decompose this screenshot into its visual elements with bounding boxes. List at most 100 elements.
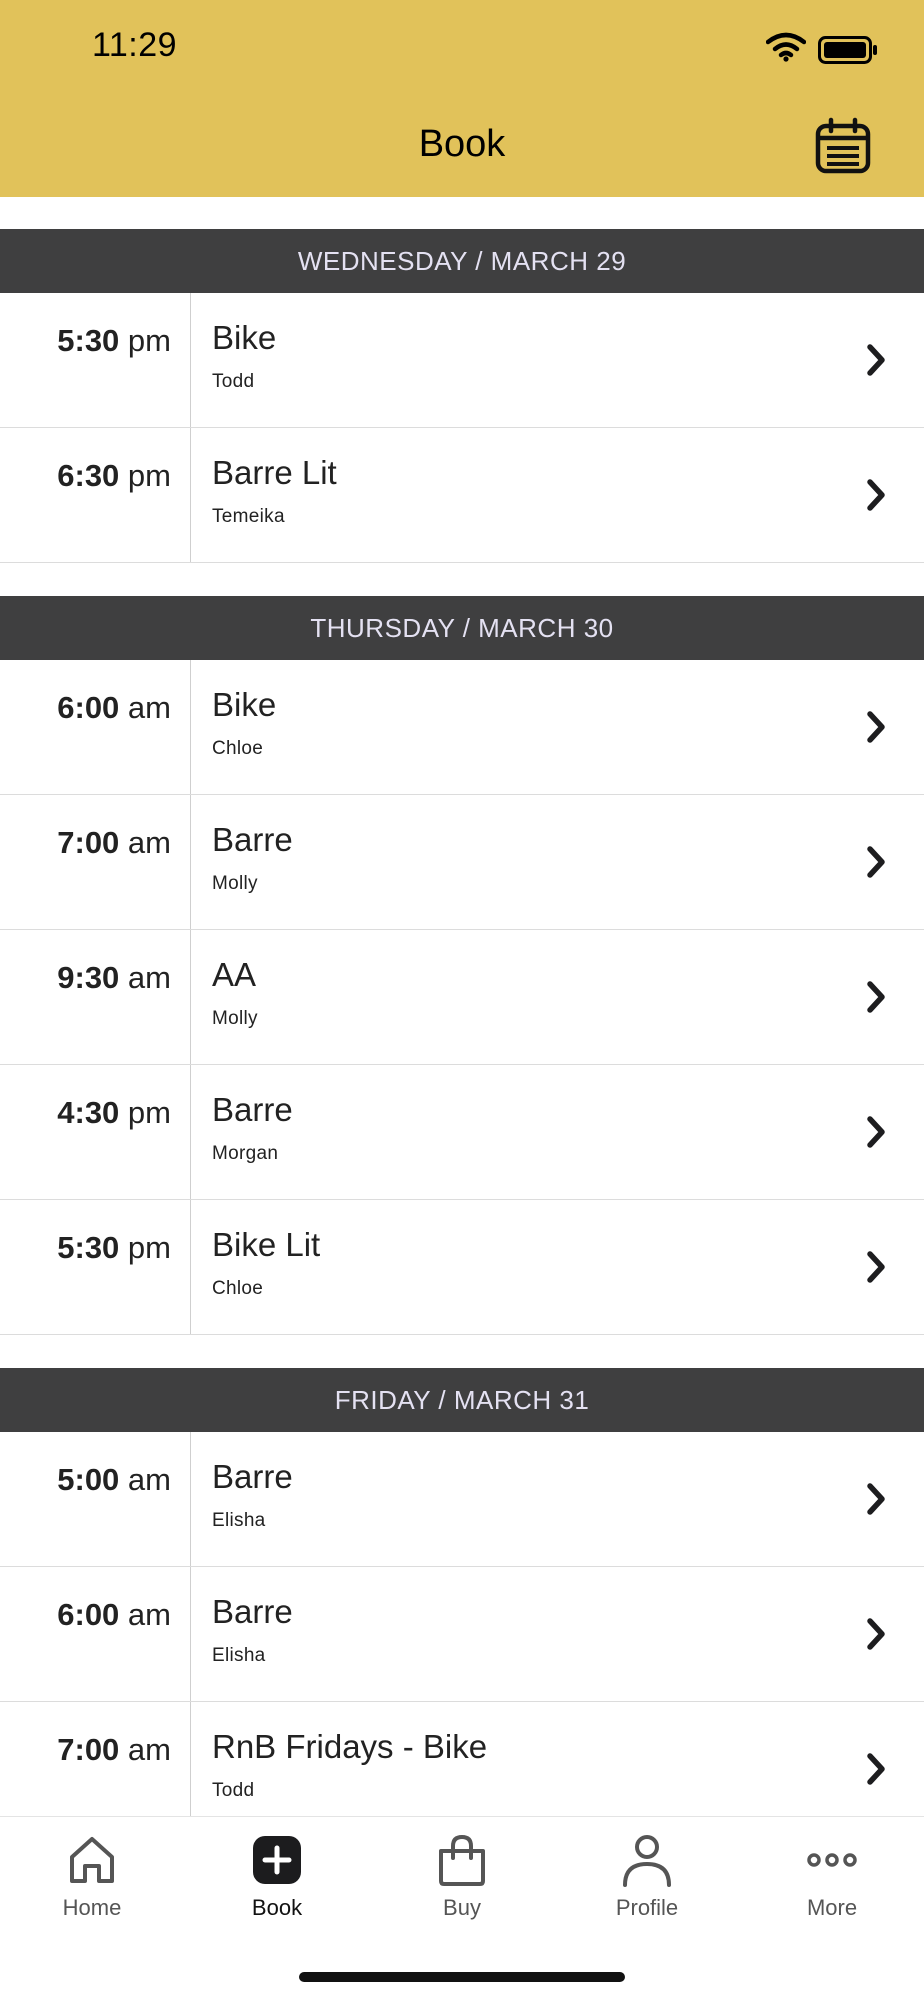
class-instructor: Morgan — [212, 1143, 279, 1164]
plus-icon — [253, 1836, 301, 1884]
tab-label: Buy — [443, 1895, 481, 1920]
chevron-right-icon — [867, 1483, 885, 1515]
class-name: Bike Lit — [212, 1226, 321, 1263]
class-ampm: am — [127, 1462, 171, 1497]
class-row[interactable]: 6:30 pm Barre Lit Temeika — [0, 428, 924, 563]
class-ampm: pm — [127, 458, 171, 493]
home-indicator[interactable] — [299, 1972, 625, 1982]
class-instructor: Todd — [212, 1780, 255, 1801]
class-name: Bike — [212, 319, 277, 356]
class-row[interactable]: 6:00 am Bike Chloe — [0, 660, 924, 795]
chevron-right-icon — [867, 344, 885, 376]
class-ampm: am — [127, 960, 171, 995]
class-ampm: am — [127, 825, 171, 860]
class-ampm: pm — [127, 1230, 171, 1265]
class-ampm: pm — [127, 1095, 171, 1130]
time-cell: 5:30 pm — [0, 293, 191, 427]
class-time: 6:00 — [57, 690, 120, 725]
tab-book[interactable]: Book — [185, 1831, 369, 1941]
class-row[interactable]: 5:30 pm Bike Lit Chloe — [0, 1200, 924, 1335]
class-instructor: Elisha — [212, 1645, 266, 1666]
calendar-icon — [815, 117, 871, 174]
class-name: RnB Fridays - Bike — [212, 1728, 488, 1765]
more-icon — [807, 1853, 857, 1867]
chevron-right-icon — [867, 1116, 885, 1148]
class-name: Barre — [212, 1091, 293, 1128]
time-cell: 6:00 am — [0, 1567, 191, 1701]
day-header: WEDNESDAY / MARCH 29 — [0, 229, 924, 293]
chevron-right-icon — [867, 1251, 885, 1283]
class-row[interactable]: 9:30 am AA Molly — [0, 930, 924, 1065]
time-cell: 9:30 am — [0, 930, 191, 1064]
class-row[interactable]: 6:00 am Barre Elisha — [0, 1567, 924, 1702]
class-instructor: Molly — [212, 1008, 258, 1029]
class-ampm: am — [127, 690, 171, 725]
class-row[interactable]: 4:30 pm Barre Morgan — [0, 1065, 924, 1200]
class-instructor: Temeika — [212, 506, 285, 527]
tab-profile[interactable]: Profile — [555, 1831, 739, 1941]
class-ampm: am — [127, 1732, 171, 1767]
class-schedule-list[interactable]: WEDNESDAY / MARCH 29 5:30 pm Bike Todd 6… — [0, 229, 924, 1816]
class-time: 5:30 — [57, 323, 120, 358]
class-time: 5:30 — [57, 1230, 120, 1265]
chevron-right-icon — [867, 1618, 885, 1650]
class-instructor: Chloe — [212, 1278, 264, 1299]
tab-buy[interactable]: Buy — [370, 1831, 554, 1941]
shopping-bag-icon — [439, 1834, 485, 1886]
class-instructor: Chloe — [212, 738, 264, 759]
time-cell: 7:00 am — [0, 1702, 191, 1816]
person-icon — [623, 1835, 671, 1887]
tab-label: Book — [251, 1895, 303, 1920]
time-cell: 4:30 pm — [0, 1065, 191, 1199]
class-name: Barre — [212, 1593, 293, 1630]
day-section: FRIDAY / MARCH 31 5:00 am Barre Elisha 6… — [0, 1368, 924, 1816]
home-icon — [70, 1837, 114, 1883]
tab-label: Profile — [615, 1895, 679, 1920]
time-cell: 5:30 pm — [0, 1200, 191, 1334]
class-ampm: am — [127, 1597, 171, 1632]
class-row[interactable]: 7:00 am RnB Fridays - Bike Todd — [0, 1702, 924, 1816]
wifi-icon — [766, 32, 806, 62]
class-row[interactable]: 5:00 am Barre Elisha — [0, 1432, 924, 1567]
time-cell: 6:00 am — [0, 660, 191, 794]
class-time: 9:30 — [57, 960, 120, 995]
class-instructor: Molly — [212, 873, 258, 894]
class-time: 7:00 — [57, 1732, 120, 1767]
class-name: Barre Lit — [212, 454, 337, 491]
day-section: THURSDAY / MARCH 30 6:00 am Bike Chloe 7… — [0, 596, 924, 1335]
page-title: Book — [418, 123, 506, 165]
class-instructor: Todd — [212, 371, 255, 392]
time-cell: 6:30 pm — [0, 428, 191, 562]
class-row[interactable]: 5:30 pm Bike Todd — [0, 293, 924, 428]
chevron-right-icon — [867, 846, 885, 878]
day-section: WEDNESDAY / MARCH 29 5:30 pm Bike Todd 6… — [0, 229, 924, 563]
tab-label: More — [806, 1895, 858, 1920]
tab-home[interactable]: Home — [0, 1831, 184, 1941]
day-header: FRIDAY / MARCH 31 — [0, 1368, 924, 1432]
chevron-right-icon — [867, 711, 885, 743]
time-cell: 7:00 am — [0, 795, 191, 929]
section-gap — [0, 563, 924, 596]
chevron-right-icon — [867, 1753, 885, 1785]
day-header: THURSDAY / MARCH 30 — [0, 596, 924, 660]
status-time: 11:29 — [92, 26, 178, 64]
class-instructor: Elisha — [212, 1510, 266, 1531]
class-time: 6:00 — [57, 1597, 120, 1632]
class-name: AA — [212, 956, 257, 993]
class-row[interactable]: 7:00 am Barre Molly — [0, 795, 924, 930]
class-name: Barre — [212, 1458, 293, 1495]
class-ampm: pm — [127, 323, 171, 358]
class-name: Barre — [212, 821, 293, 858]
class-time: 7:00 — [57, 825, 120, 860]
time-cell: 5:00 am — [0, 1432, 191, 1566]
calendar-button[interactable] — [814, 117, 872, 175]
battery-icon — [818, 36, 877, 64]
class-name: Bike — [212, 686, 277, 723]
chevron-right-icon — [867, 479, 885, 511]
chevron-right-icon — [867, 981, 885, 1013]
app-header: 11:29 Book — [0, 0, 924, 197]
tab-more[interactable]: More — [740, 1831, 924, 1941]
class-time: 4:30 — [57, 1095, 120, 1130]
class-time: 6:30 — [57, 458, 120, 493]
tab-label: Home — [62, 1895, 122, 1920]
